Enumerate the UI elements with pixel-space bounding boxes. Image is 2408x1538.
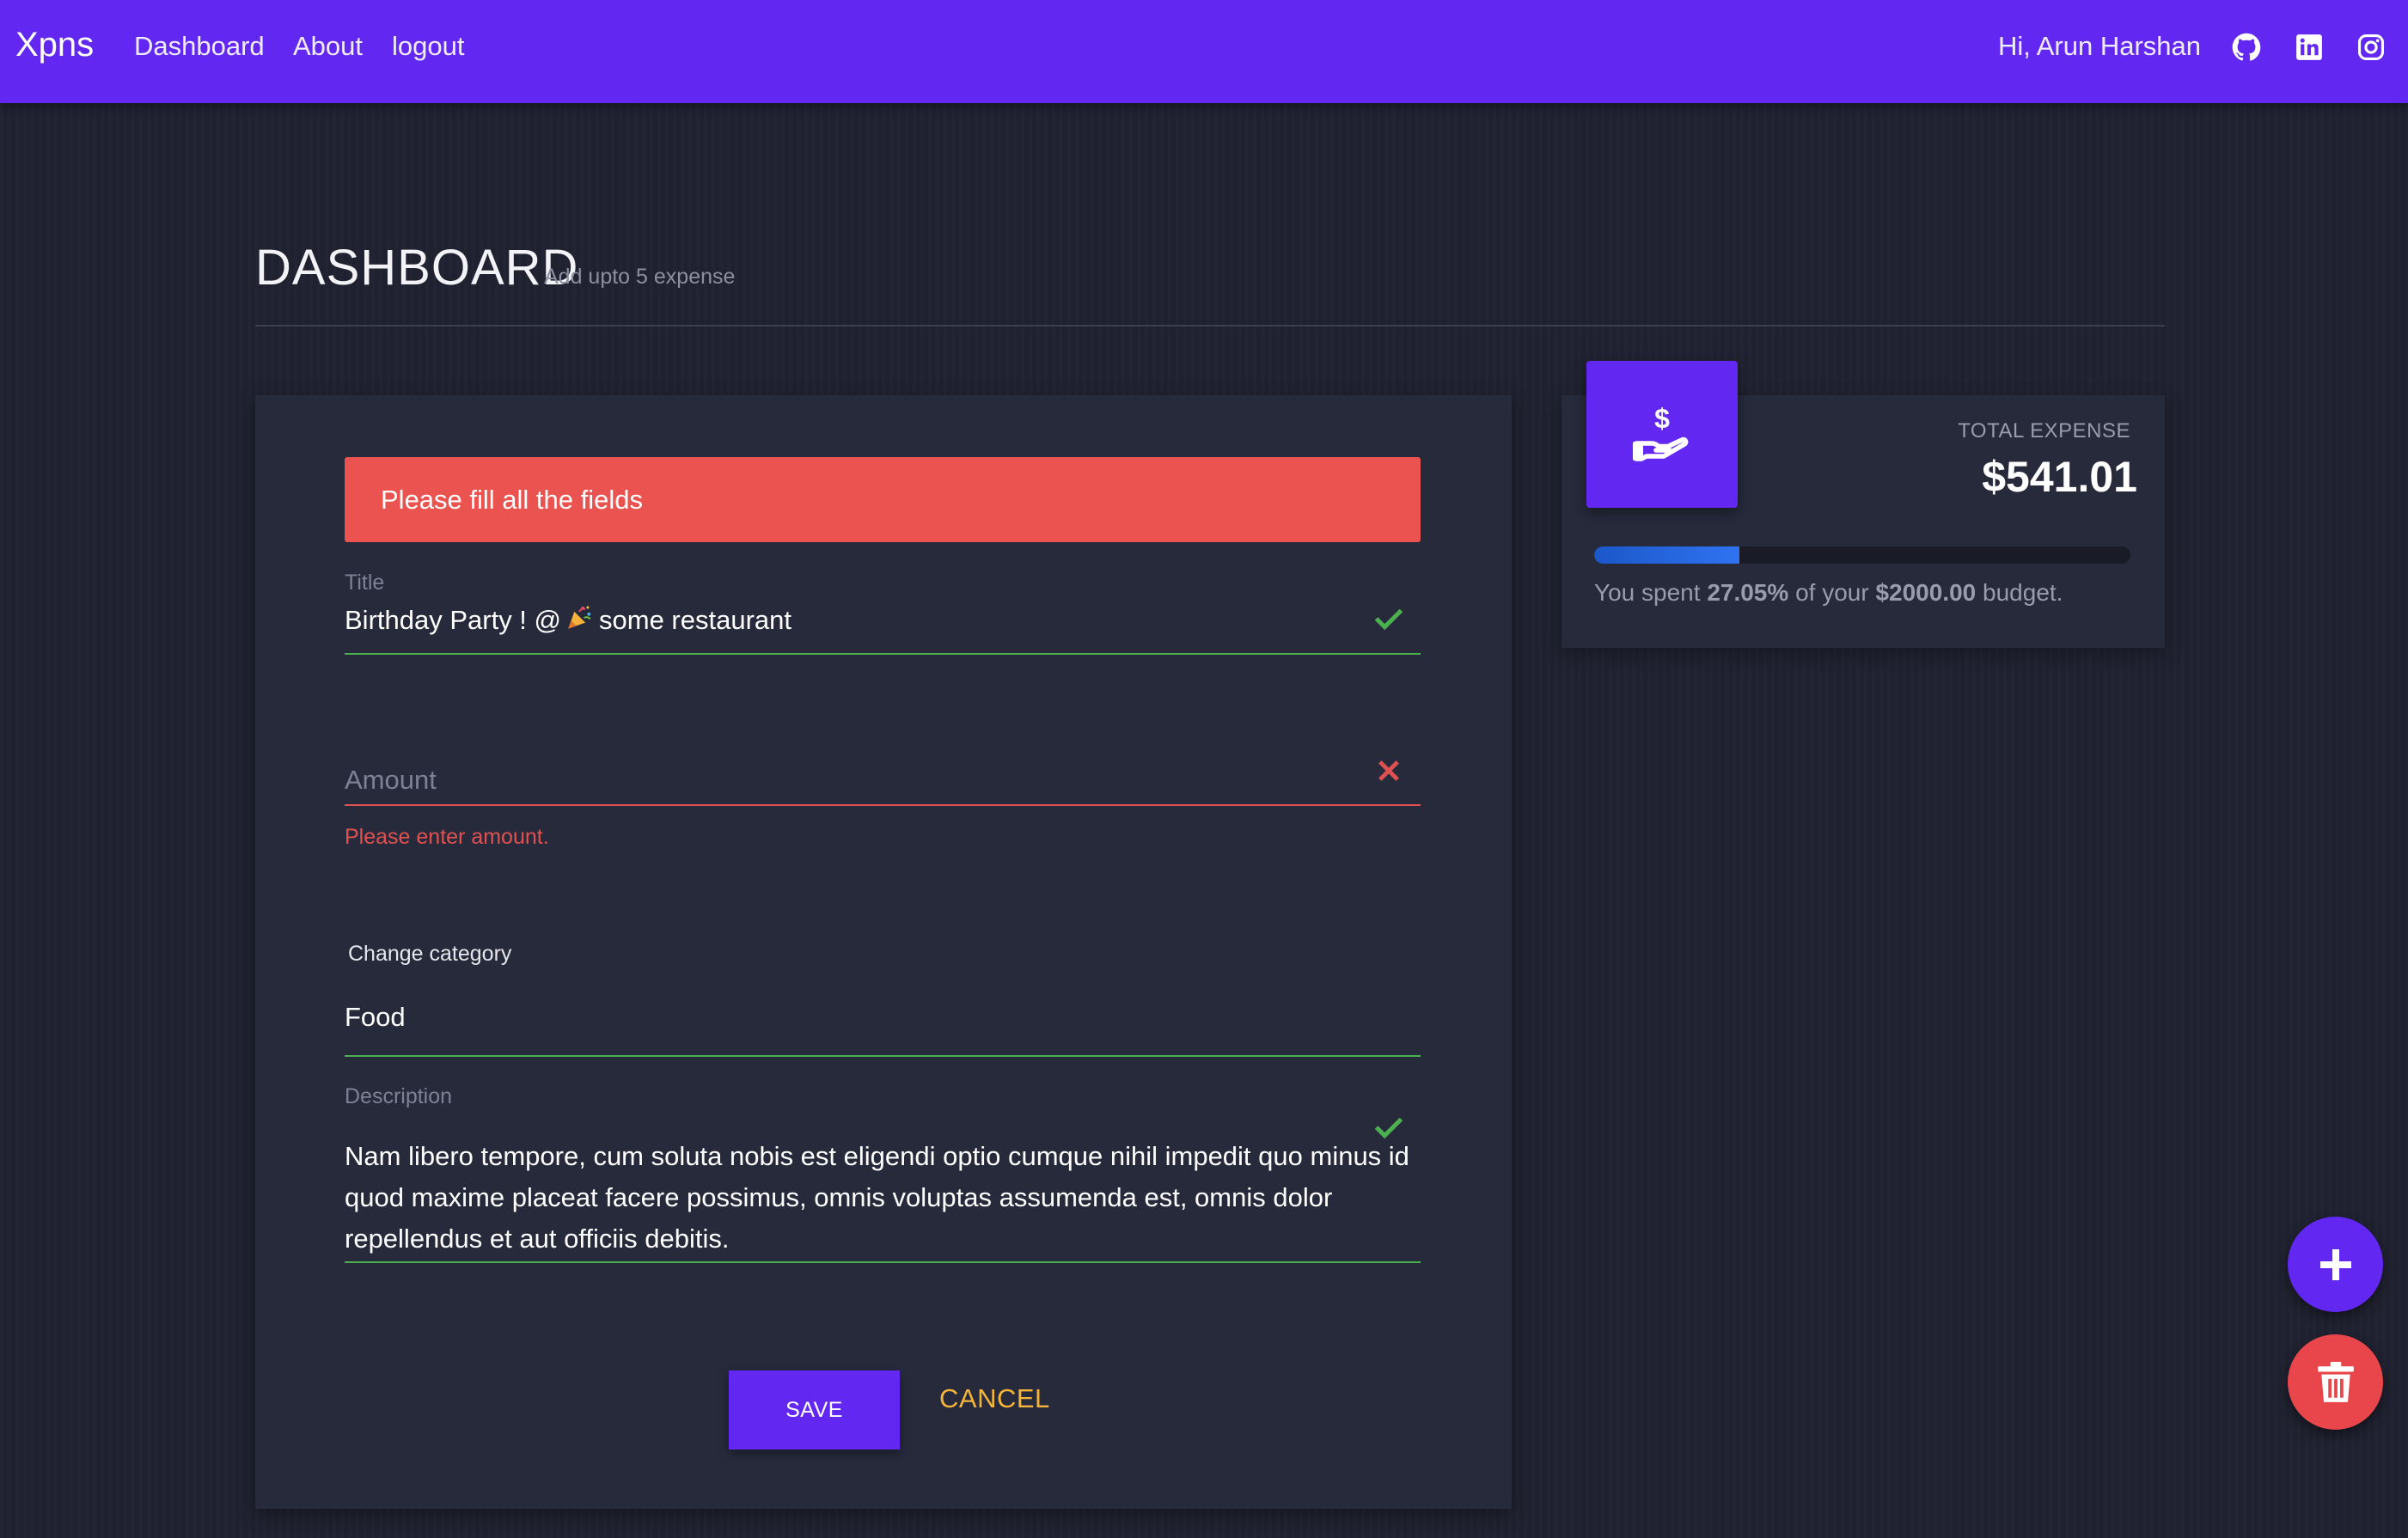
brand-logo[interactable]: Xpns — [15, 26, 94, 64]
description-textarea[interactable]: Nam libero tempore, cum soluta nobis est… — [345, 1136, 1421, 1260]
budget-amount: $2000.00 — [1875, 579, 1977, 606]
plus-icon — [2319, 1248, 2351, 1280]
title-label: Title — [345, 571, 385, 595]
budget-progress-bar — [1594, 546, 2130, 564]
navbar: Xpns Dashboard About logout Hi, Arun Har… — [0, 0, 2408, 103]
title-value-prefix: Birthday Party ! @ — [345, 605, 561, 635]
header-divider — [255, 325, 2165, 327]
nav-link-about[interactable]: About — [293, 31, 363, 62]
budget-suffix: budget. — [1983, 579, 2063, 606]
save-button[interactable]: SAVE — [729, 1370, 900, 1450]
description-underline — [345, 1261, 1421, 1263]
amount-underline — [345, 804, 1421, 806]
page-subtitle: Add upto 5 expense — [544, 265, 736, 289]
total-expense-value: $541.01 — [1982, 453, 2137, 501]
budget-middle: of your — [1795, 579, 1869, 606]
category-select[interactable]: Food — [345, 1002, 406, 1033]
description-label: Description — [345, 1084, 453, 1108]
budget-percent: 27.05% — [1707, 579, 1789, 606]
trash-icon — [2317, 1361, 2354, 1402]
error-alert: Please fill all the fields — [345, 457, 1421, 542]
page-title: DASHBOARD — [255, 240, 579, 296]
amount-error-message: Please enter amount. — [345, 825, 549, 849]
linkedin-icon[interactable] — [2295, 33, 2324, 62]
github-icon[interactable] — [2232, 33, 2261, 62]
budget-progress-fill — [1594, 546, 1739, 564]
budget-summary: You spent 27.05% of your $2000.00 budget… — [1594, 579, 2063, 607]
budget-prefix: You spent — [1594, 579, 1701, 606]
delete-expenses-button[interactable] — [2288, 1334, 2383, 1430]
title-valid-check-icon — [1372, 603, 1405, 636]
category-label: Change category — [348, 942, 512, 966]
expense-form-card: Please fill all the fields Title Birthda… — [255, 395, 1512, 1509]
user-greeting: Hi, Arun Harshan — [1997, 31, 2201, 61]
category-underline — [345, 1055, 1421, 1057]
nav-link-dashboard[interactable]: Dashboard — [134, 31, 265, 62]
title-value-suffix: some restaurant — [599, 605, 791, 635]
total-expense-label: TOTAL EXPENSE — [1958, 419, 2130, 442]
title-input[interactable]: Birthday Party ! @ some restaurant — [345, 603, 791, 636]
instagram-icon[interactable] — [2356, 33, 2386, 62]
title-underline — [345, 653, 1421, 655]
party-popper-icon — [565, 603, 594, 632]
add-expense-button[interactable] — [2288, 1217, 2383, 1312]
amount-invalid-x-icon — [1374, 756, 1403, 785]
hand-dollar-icon: $ — [1586, 361, 1738, 508]
svg-text:$: $ — [1654, 403, 1670, 434]
cancel-button[interactable]: CANCEL — [939, 1383, 1050, 1414]
amount-input[interactable] — [345, 756, 1421, 804]
nav-link-logout[interactable]: logout — [392, 31, 464, 62]
